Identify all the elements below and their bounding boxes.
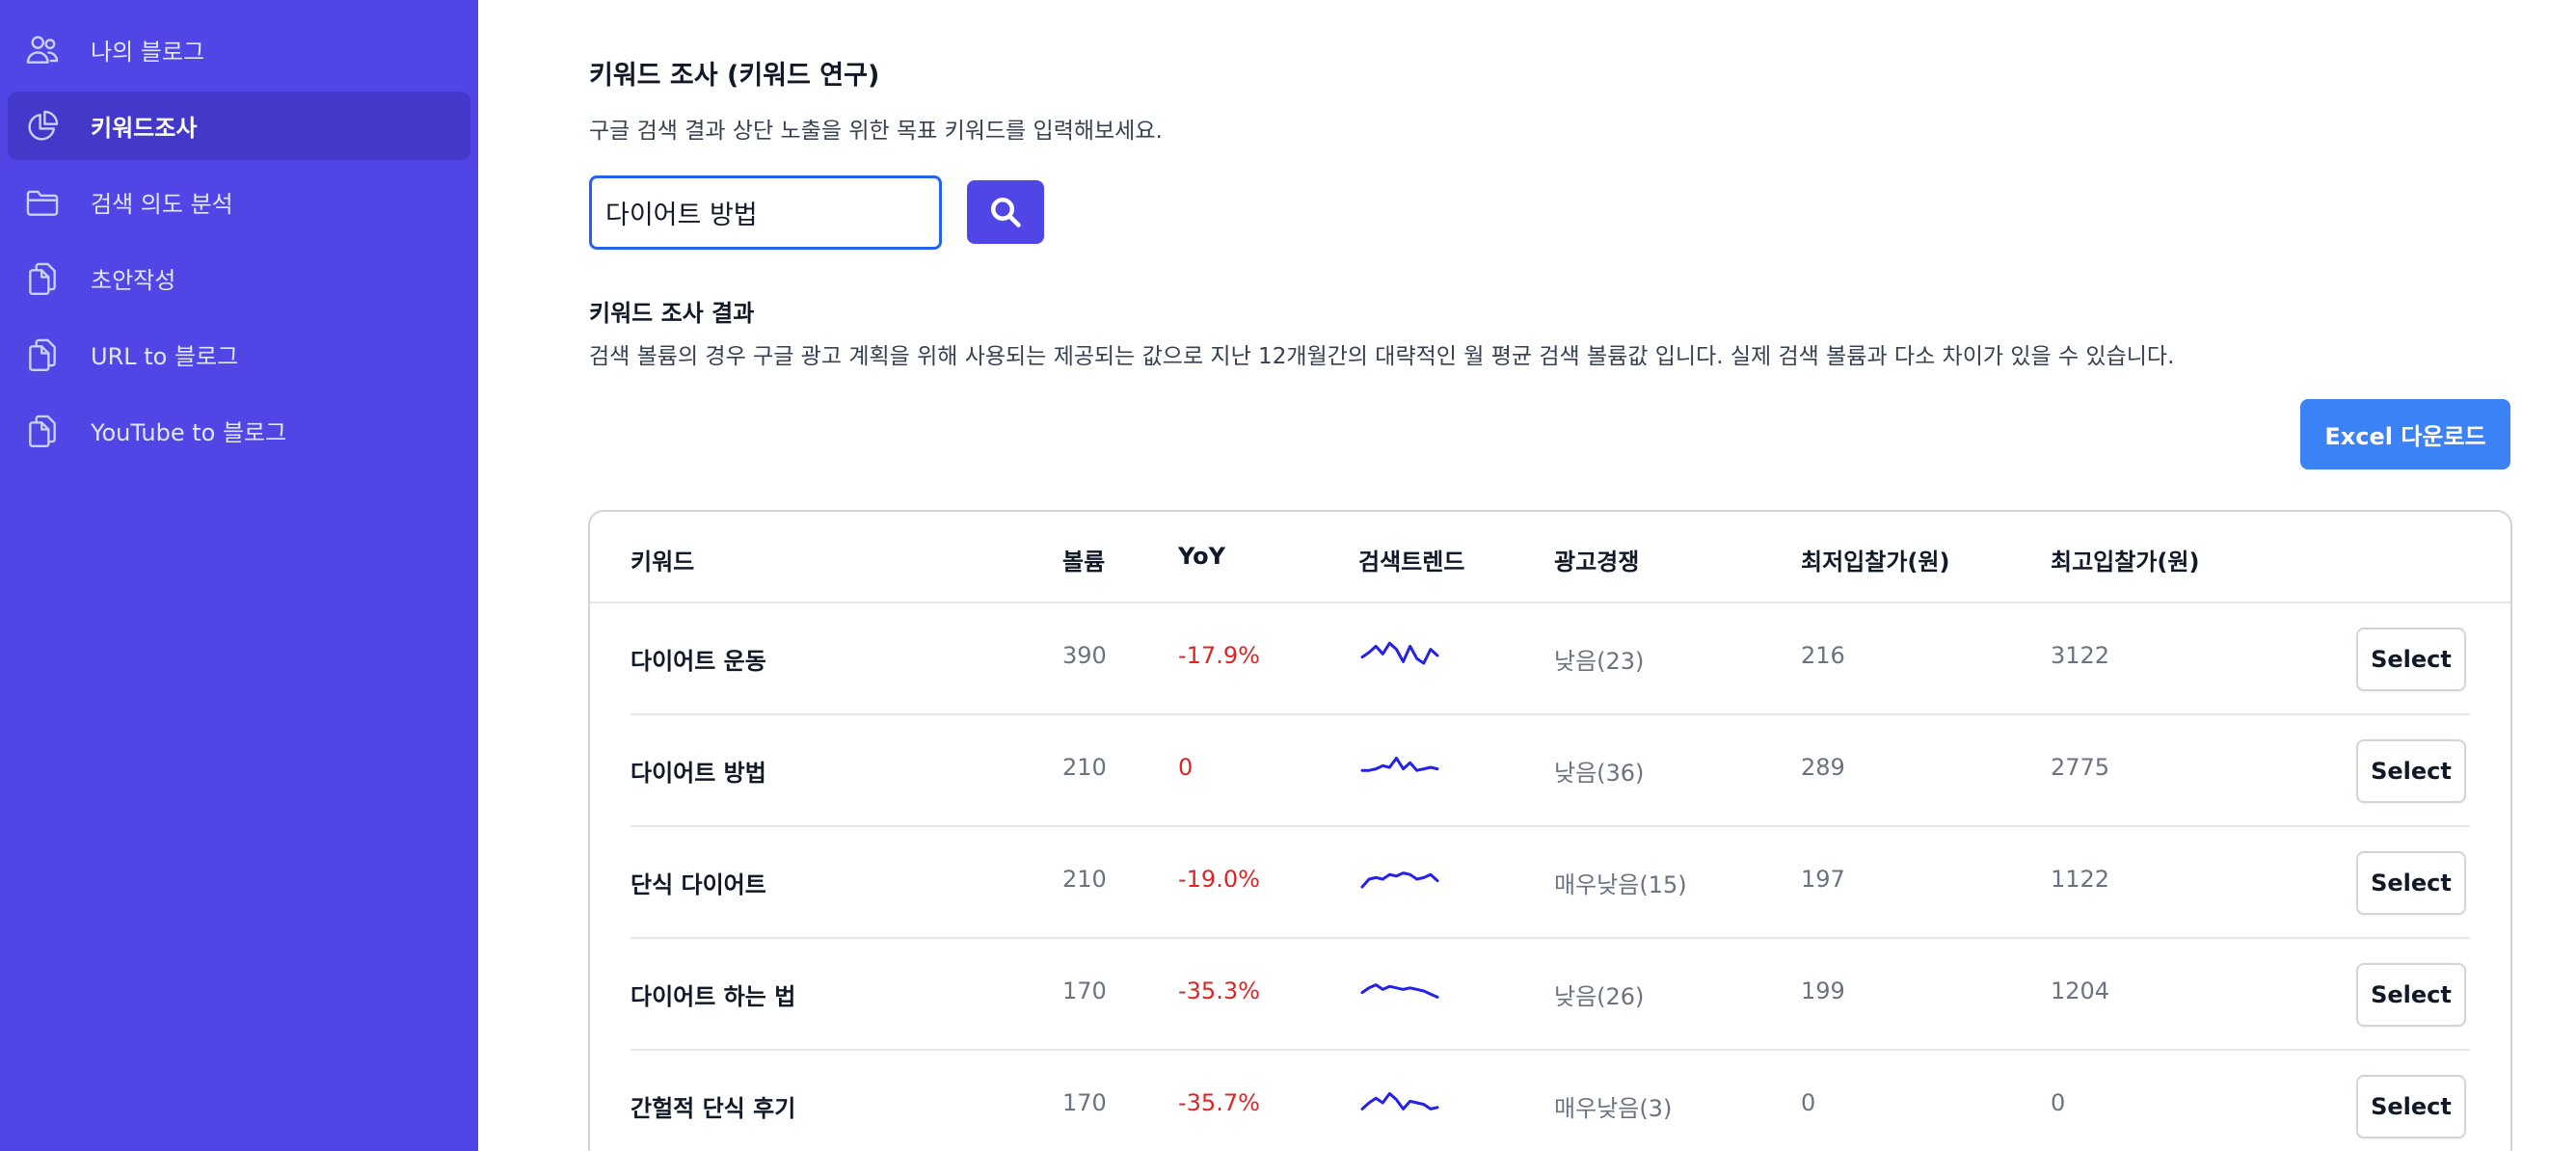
sidebar: 나의 블로그 키워드조사 검색 의도 분석 초안작성 URL to 블로그 Yo…	[0, 0, 478, 1151]
documents-icon	[23, 412, 62, 450]
header-min-bid: 최저입찰가(원)	[1801, 549, 1950, 576]
cell-competition: 매우낮음(3)	[1554, 1095, 1673, 1122]
sidebar-item-label: 나의 블로그	[91, 39, 205, 66]
sidebar-item-url-to-blog[interactable]: URL to 블로그	[8, 320, 470, 388]
table-row: 다이어트 하는 법 170 -35.3% 낮음(26) 199 1204 Sel…	[590, 939, 2510, 1051]
cell-volume: 170	[1062, 1089, 1107, 1116]
cell-yoy: -17.9%	[1178, 642, 1260, 669]
search-input[interactable]	[589, 175, 942, 250]
cell-yoy: -19.0%	[1178, 866, 1260, 893]
cell-max-bid: 0	[2051, 1089, 2066, 1116]
sidebar-item-my-blog[interactable]: 나의 블로그	[8, 15, 470, 84]
folder-icon	[23, 183, 62, 222]
cell-min-bid: 197	[1801, 866, 1845, 893]
cell-keyword: 단식 다이어트	[631, 871, 766, 898]
documents-icon	[23, 259, 62, 298]
table-row: 단식 다이어트 210 -19.0% 매우낮음(15) 197 1122 Sel…	[590, 827, 2510, 939]
header-keyword: 키워드	[631, 549, 695, 576]
sparkline-path	[1360, 983, 1439, 999]
sparkline-path	[1360, 1091, 1439, 1111]
header-trend: 검색트렌드	[1358, 549, 1465, 576]
keyword-table: 키워드 볼륨 YoY 검색트렌드 광고경쟁 최저입찰가(원) 최고입찰가(원) …	[588, 510, 2512, 1151]
sidebar-item-label: URL to 블로그	[91, 343, 239, 370]
results-description: 검색 볼륨의 경우 구글 광고 계획을 위해 사용되는 제공되는 값으로 지난 …	[589, 344, 2175, 369]
cell-min-bid: 199	[1801, 977, 1845, 1004]
cell-min-bid: 216	[1801, 642, 1845, 669]
cell-yoy: -35.7%	[1178, 1089, 1260, 1116]
table-row: 간헐적 단식 후기 170 -35.7% 매우낮음(3) 0 0 Select	[590, 1051, 2510, 1151]
cell-min-bid: 289	[1801, 754, 1845, 781]
table-row: 다이어트 운동 390 -17.9% 낮음(23) 216 3122 Selec…	[590, 603, 2510, 715]
cell-max-bid: 3122	[2051, 642, 2110, 669]
cell-competition: 낮음(23)	[1554, 648, 1645, 675]
cell-keyword: 다이어트 하는 법	[631, 983, 796, 1010]
sparkline-path	[1360, 641, 1439, 665]
sidebar-item-label: YouTube to 블로그	[91, 419, 287, 446]
cell-volume: 170	[1062, 977, 1107, 1004]
cell-competition: 낮음(36)	[1554, 760, 1645, 787]
cell-min-bid: 0	[1801, 1089, 1816, 1116]
sidebar-item-label: 검색 의도 분석	[91, 191, 233, 218]
table-row: 다이어트 방법 210 0 낮음(36) 289 2775 Select	[590, 715, 2510, 827]
cell-volume: 210	[1062, 754, 1107, 781]
select-button[interactable]: Select	[2356, 1075, 2466, 1138]
trend-sparkline	[1360, 756, 1439, 772]
cell-keyword: 다이어트 방법	[631, 760, 766, 787]
trend-sparkline	[1360, 641, 1439, 665]
select-button[interactable]: Select	[2356, 628, 2466, 691]
sidebar-item-keyword-research[interactable]: 키워드조사	[8, 92, 470, 160]
page-title: 키워드 조사 (키워드 연구)	[589, 61, 880, 91]
main-content: 키워드 조사 (키워드 연구) 구글 검색 결과 상단 노출을 위한 목표 키워…	[478, 0, 2576, 1151]
table-header: 키워드 볼륨 YoY 검색트렌드 광고경쟁 최저입찰가(원) 최고입찰가(원)	[590, 512, 2510, 603]
cell-max-bid: 1122	[2051, 866, 2110, 893]
cell-competition: 매우낮음(15)	[1554, 871, 1687, 898]
cell-competition: 낮음(26)	[1554, 983, 1645, 1010]
pie-chart-icon	[23, 107, 62, 146]
documents-icon	[23, 335, 62, 374]
header-yoy: YoY	[1178, 543, 1226, 570]
header-competition: 광고경쟁	[1554, 549, 1640, 576]
search-icon	[988, 195, 1023, 229]
cell-max-bid: 2775	[2051, 754, 2110, 781]
cell-volume: 390	[1062, 642, 1107, 669]
page-description: 구글 검색 결과 상단 노출을 위한 목표 키워드를 입력해보세요.	[589, 119, 1163, 144]
sidebar-item-search-intent[interactable]: 검색 의도 분석	[8, 168, 470, 236]
cell-yoy: -35.3%	[1178, 977, 1260, 1004]
cell-keyword: 간헐적 단식 후기	[631, 1095, 796, 1122]
header-volume: 볼륨	[1062, 549, 1106, 576]
cell-max-bid: 1204	[2051, 977, 2110, 1004]
users-icon	[23, 31, 62, 69]
sidebar-item-draft[interactable]: 초안작성	[8, 244, 470, 312]
cell-volume: 210	[1062, 866, 1107, 893]
header-max-bid: 최고입찰가(원)	[2051, 549, 2200, 576]
sidebar-item-label: 초안작성	[91, 267, 176, 294]
trend-sparkline	[1360, 1091, 1439, 1111]
select-button[interactable]: Select	[2356, 851, 2466, 915]
cell-keyword: 다이어트 운동	[631, 648, 766, 675]
excel-download-button[interactable]: Excel 다운로드	[2300, 399, 2510, 469]
sparkline-path	[1360, 756, 1439, 772]
sidebar-item-youtube-to-blog[interactable]: YouTube to 블로그	[8, 396, 470, 465]
select-button[interactable]: Select	[2356, 963, 2466, 1027]
trend-sparkline	[1360, 983, 1439, 999]
trend-sparkline	[1360, 871, 1439, 889]
results-title: 키워드 조사 결과	[589, 300, 755, 327]
search-button[interactable]	[967, 180, 1044, 244]
sparkline-path	[1360, 871, 1439, 889]
select-button[interactable]: Select	[2356, 739, 2466, 803]
sidebar-item-label: 키워드조사	[91, 115, 198, 142]
cell-yoy: 0	[1178, 754, 1194, 781]
